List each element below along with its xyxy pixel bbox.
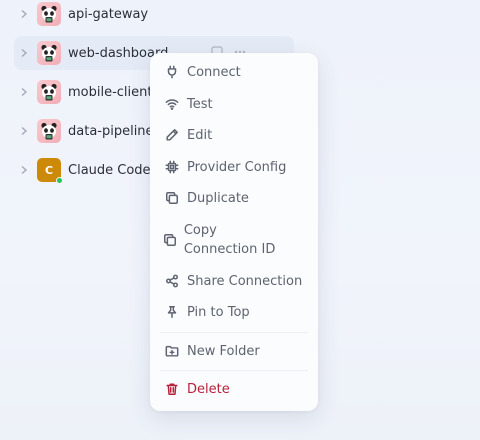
- copy-icon: [162, 231, 179, 249]
- tree-row-api-gateway[interactable]: api-gateway: [14, 0, 294, 31]
- menu-item-edit[interactable]: Edit: [162, 126, 312, 145]
- folder-plus-icon: [162, 342, 182, 360]
- menu-item-label: Test: [187, 97, 213, 112]
- menu-item-connect[interactable]: Connect: [162, 63, 312, 82]
- menu-item-label: Pin to Top: [187, 305, 250, 320]
- menu-item-label: Delete: [187, 382, 230, 397]
- panda-avatar-icon: [37, 80, 61, 104]
- menu-item-label: Provider Config: [187, 160, 287, 175]
- plug-icon: [162, 63, 182, 81]
- chevron-right-icon[interactable]: [14, 48, 34, 58]
- menu-item-new-folder[interactable]: New Folder: [162, 342, 312, 361]
- menu-item-provider-config[interactable]: Provider Config: [162, 158, 312, 177]
- menu-item-label: Connect: [187, 65, 241, 80]
- menu-item-copy-connection-id[interactable]: Copy Connection ID: [162, 221, 292, 259]
- tree-row-label: mobile-client: [68, 84, 153, 100]
- menu-item-share-connection[interactable]: Share Connection: [162, 272, 312, 291]
- chevron-right-icon[interactable]: [14, 87, 34, 97]
- menu-item-label: Duplicate: [187, 191, 249, 206]
- menu-item-label: Edit: [187, 128, 213, 143]
- context-menu: Connect Test Edit Provider Config Duplic…: [150, 53, 318, 411]
- menu-item-label: Share Connection: [187, 274, 303, 289]
- chevron-right-icon[interactable]: [14, 165, 34, 175]
- pencil-icon: [162, 126, 182, 144]
- tree-row-label: data-pipeline: [68, 123, 154, 139]
- menu-divider: [160, 370, 308, 371]
- chip-icon: [162, 158, 182, 176]
- tree-row-label: Claude Code ·: [68, 162, 159, 178]
- claude-avatar: C: [37, 158, 63, 184]
- panda-avatar-icon: [37, 119, 61, 143]
- copy-icon: [162, 189, 182, 207]
- pin-icon: [162, 303, 182, 321]
- online-status-dot: [56, 177, 63, 184]
- menu-item-pin-to-top[interactable]: Pin to Top: [162, 303, 312, 322]
- menu-item-label: Copy Connection ID: [183, 223, 276, 257]
- menu-item-duplicate[interactable]: Duplicate: [162, 189, 312, 208]
- panda-avatar-icon: [37, 2, 61, 26]
- menu-divider: [160, 332, 308, 333]
- menu-item-delete[interactable]: Delete: [162, 380, 312, 399]
- wifi-icon: [162, 95, 182, 113]
- chevron-right-icon[interactable]: [14, 126, 34, 136]
- avatar-letter: C: [44, 163, 54, 177]
- panda-avatar-icon: [37, 41, 61, 65]
- chevron-right-icon[interactable]: [14, 9, 34, 19]
- tree-row-label: api-gateway: [68, 6, 149, 22]
- menu-item-test[interactable]: Test: [162, 95, 312, 114]
- menu-item-label: New Folder: [187, 344, 260, 359]
- trash-icon: [162, 380, 182, 398]
- share-icon: [162, 272, 182, 290]
